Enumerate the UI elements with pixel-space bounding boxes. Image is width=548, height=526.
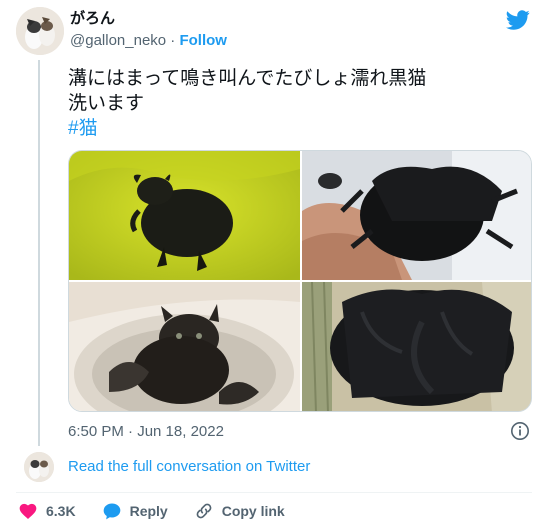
like-count: 6.3K bbox=[46, 503, 76, 519]
copy-link-button[interactable]: Copy link bbox=[194, 501, 285, 521]
handle-separator: · bbox=[166, 32, 180, 49]
read-conversation-link[interactable]: Read the full conversation on Twitter bbox=[68, 457, 310, 477]
author-handle[interactable]: @gallon_neko bbox=[70, 32, 166, 49]
heart-icon bbox=[19, 503, 37, 519]
twitter-bird-icon[interactable] bbox=[506, 8, 530, 32]
thread-line bbox=[38, 60, 40, 446]
author-handle-row: @gallon_neko · Follow bbox=[70, 31, 227, 51]
tweet-embed-card: がろん @gallon_neko · Follow 溝にはまって鳴き叫んでたびし… bbox=[0, 0, 548, 526]
tweet-text-line-1: 溝にはまって鳴き叫んでたびしょ濡れ黒猫 bbox=[68, 68, 427, 89]
tweet-timestamp[interactable]: 6:50 PM · Jun 18, 2022 bbox=[68, 422, 224, 442]
speech-bubble-icon bbox=[103, 503, 120, 520]
info-icon[interactable] bbox=[510, 421, 530, 441]
actions-divider bbox=[16, 492, 532, 493]
media-grid bbox=[68, 150, 532, 412]
like-button[interactable]: 6.3K bbox=[18, 501, 76, 521]
reply-label: Reply bbox=[129, 503, 168, 519]
copy-link-label: Copy link bbox=[221, 503, 285, 519]
action-bar: 6.3K Reply Copy link bbox=[18, 498, 311, 524]
reply-button[interactable]: Reply bbox=[102, 501, 168, 521]
small-author-avatar[interactable] bbox=[24, 452, 54, 482]
author-name[interactable]: がろん bbox=[70, 9, 115, 29]
photo-3[interactable] bbox=[69, 282, 300, 411]
photo-1[interactable] bbox=[69, 151, 300, 280]
photo-2[interactable] bbox=[302, 151, 531, 280]
follow-link[interactable]: Follow bbox=[179, 32, 227, 49]
hashtag-link[interactable]: #猫 bbox=[68, 116, 426, 141]
author-avatar[interactable] bbox=[16, 7, 64, 55]
photo-4[interactable] bbox=[302, 282, 531, 411]
tweet-text-line-2: 洗います bbox=[68, 93, 145, 114]
link-icon bbox=[196, 503, 212, 519]
tweet-text: 溝にはまって鳴き叫んでたびしょ濡れ黒猫 洗います #猫 bbox=[68, 66, 426, 141]
